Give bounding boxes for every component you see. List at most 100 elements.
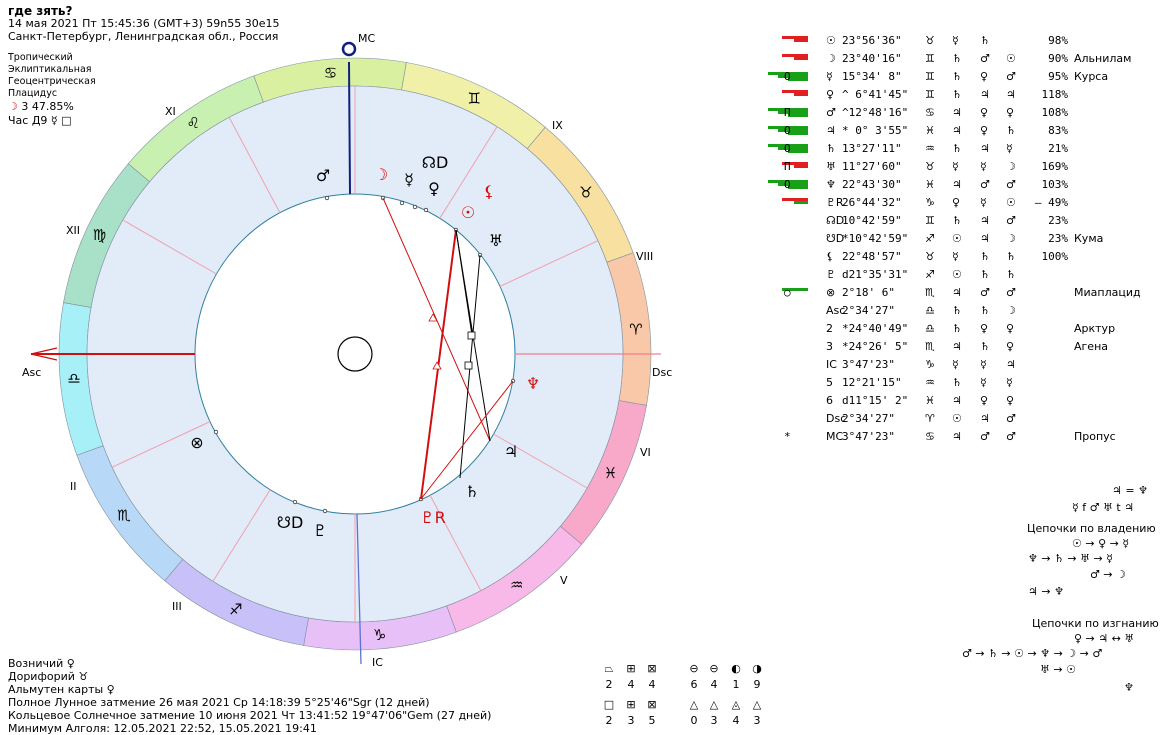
cell-r3: ♂ xyxy=(1006,430,1016,443)
cell-r3: ♂ xyxy=(1006,70,1016,83)
sign-glyph: ♌ xyxy=(187,114,200,132)
planet-proserpina-icon: ♇ xyxy=(313,521,327,540)
cell-r1: ♃ xyxy=(952,394,962,407)
cell-sign: ♊ xyxy=(925,70,935,83)
cell-pos: 26°44'32" xyxy=(842,196,902,209)
cell-sign: ♋ xyxy=(925,106,935,119)
planet-row[interactable]: П ♂ ^12°48'16" ♋ ♃ ♀ ♀ 108% xyxy=(760,104,1160,122)
cell-r3: ☽ xyxy=(1006,160,1016,173)
cell-r1: ♄ xyxy=(952,214,962,227)
planet-row[interactable]: IC 3°47'23" ♑ ☿ ☿ ♃ xyxy=(760,356,1160,374)
cell-glyph: ♅ xyxy=(826,160,836,173)
aspect-type-icon: ⊞ xyxy=(626,698,636,711)
cell-sign: ♊ xyxy=(925,88,935,101)
aspect-count: 3 xyxy=(753,714,761,727)
angle-label-asc: Asc xyxy=(22,366,41,379)
sign-glyph: ♎ xyxy=(67,370,80,388)
planet-row[interactable]: Dsc 2°34'27" ♈ ☉ ♃ ♂ xyxy=(760,410,1160,428)
planet-row[interactable]: ○ ⊗ 2°18' 6" ♏ ♃ ♂ ♂ Миаплацид xyxy=(760,284,1160,302)
angle-label-dsc: Dsc xyxy=(652,366,672,379)
strength-bar xyxy=(794,165,808,168)
cell-sign: ♉ xyxy=(925,250,935,263)
aspect-type-icon: □ xyxy=(603,698,615,711)
aspect-count: 1 xyxy=(732,678,740,691)
chain-top1: ♃ = ♆ xyxy=(1112,484,1148,497)
cell-pos: 13°27'11" xyxy=(842,142,902,155)
cell-glyph: ♂ xyxy=(826,106,836,119)
aspect-type-icon: △ xyxy=(752,698,762,711)
cell-sign: ♊ xyxy=(925,214,935,227)
cell-r2: ☿ xyxy=(980,196,987,209)
cell-r1: ♄ xyxy=(952,304,962,317)
house-label: II xyxy=(70,480,77,493)
strength-bars xyxy=(758,144,808,154)
planet-row[interactable]: ☽ 23°40'16" ♊ ♄ ♂ ☉ 90% Альнилам xyxy=(760,50,1160,68)
cell-r1: ☿ xyxy=(952,358,959,371)
planet-row[interactable]: Asc 2°34'27" ♎ ♄ ♄ ☽ xyxy=(760,302,1160,320)
planet-row[interactable]: ☉ 23°56'36" ♉ ☿ ♄ 98% xyxy=(760,32,1160,50)
planet-row[interactable]: ⚸ 22°48'57" ♉ ☿ ♄ ♄ 100% xyxy=(760,248,1160,266)
planet-row[interactable]: ☋D *10°42'59" ♐ ☉ ♃ ☽ 23% Кума xyxy=(760,230,1160,248)
aspect-type-icon: ◐ xyxy=(731,662,741,675)
planet-row[interactable]: ☊D 10°42'59" ♊ ♄ ♃ ♂ 23% xyxy=(760,212,1160,230)
strength-bars xyxy=(758,36,808,46)
square-aspect-icon xyxy=(467,331,476,340)
cell-pos: 11°27'60" xyxy=(842,160,902,173)
aspect-count: 2 xyxy=(605,714,613,727)
aspect-count: 4 xyxy=(627,678,635,691)
cell-r2: ♃ xyxy=(980,412,990,425)
planet-row[interactable]: 5 12°21'15" ♒ ♄ ☿ ☿ xyxy=(760,374,1160,392)
cell-pos: 2°34'27" xyxy=(842,412,895,425)
planet-row[interactable]: * MC 3°47'23" ♋ ♃ ♂ ♂ Пропус xyxy=(760,428,1160,446)
cell-r3: ☉ xyxy=(1006,196,1016,209)
ownership-title: Цепочки по владению xyxy=(1027,522,1156,535)
planet-node-south-icon: ☋D xyxy=(277,513,304,532)
strength-bar xyxy=(788,150,808,153)
strength-bars xyxy=(758,270,808,280)
cell-r2: ♄ xyxy=(980,250,990,263)
aspect-type-icon: ⊖ xyxy=(689,662,699,675)
planet-fortune-icon: ⊗ xyxy=(190,433,203,452)
cell-star: Курса xyxy=(1074,70,1109,83)
planet-row[interactable]: О ♆ 22°43'30" ♓ ♃ ♂ ♂ 103% xyxy=(760,176,1160,194)
planet-row[interactable]: 2 *24°40'49" ♎ ♄ ♀ ♀ Арктур xyxy=(760,320,1160,338)
sign-glyph: ♍ xyxy=(93,226,106,244)
house-label: VIII xyxy=(636,250,653,263)
cell-r1: ☉ xyxy=(952,412,962,425)
cell-r3: ♂ xyxy=(1006,412,1016,425)
cell-r2: ♂ xyxy=(980,178,990,191)
planet-row[interactable]: О ☿ 15°34' 8" ♊ ♄ ♀ ♂ 95% Курса xyxy=(760,68,1160,86)
cell-glyph: 5 xyxy=(826,376,833,389)
aspect-count: 2 xyxy=(605,678,613,691)
strength-bar xyxy=(794,57,808,60)
cell-r2: ♀ xyxy=(980,124,989,137)
cell-sign: ♓ xyxy=(925,394,935,407)
cell-pct: 98% xyxy=(1048,34,1068,47)
cell-r1: ♃ xyxy=(952,430,962,443)
lunar-eclipse: Полное Лунное затмение 26 мая 2021 Ср 14… xyxy=(8,696,430,709)
cell-sign: ♈ xyxy=(925,412,935,425)
cell-sign: ♊ xyxy=(925,52,935,65)
planet-dot xyxy=(324,195,330,201)
planet-row[interactable]: О ♃ * 0° 3'55" ♓ ♃ ♀ ♄ 83% xyxy=(760,122,1160,140)
strength-bars xyxy=(758,306,808,316)
sign-glyph: ♊ xyxy=(467,89,480,107)
cell-r2: ♂ xyxy=(980,52,990,65)
planet-row[interactable]: О ♄ 13°27'11" ♒ ♄ ♃ ☿ 21% xyxy=(760,140,1160,158)
strength-bars xyxy=(758,126,808,136)
planet-row[interactable]: 6 d11°15' 2" ♓ ♃ ♀ ♀ xyxy=(760,392,1160,410)
planet-neptune-icon: ♆ xyxy=(526,374,540,393)
cell-sign: ♑ xyxy=(925,358,935,371)
cell-r1: ♄ xyxy=(952,142,962,155)
planet-row[interactable]: ♀ ^ 6°41'45" ♊ ♄ ♃ ♃ 118% xyxy=(760,86,1160,104)
strength-bars xyxy=(758,324,808,334)
cell-r2: ♂ xyxy=(980,286,990,299)
cell-status: П xyxy=(784,106,791,119)
planet-row[interactable]: ♇R 26°44'32" ♑ ♀ ☿ ☉ – 49% xyxy=(760,194,1160,212)
planet-row[interactable]: ♇ d21°35'31" ♐ ☉ ♄ ♄ xyxy=(760,266,1160,284)
wheel-group: ♋ ♊ ♉ ♈ ♓ ♒ ♑ ♐ ♏ ♎ ♍ ♌ Asc Dsc MC IC XI IX XII VIII II VI III… xyxy=(22,32,672,669)
cell-sign: ♐ xyxy=(925,232,935,245)
aspect-count: 6 xyxy=(690,678,698,691)
planet-row[interactable]: П ♅ 11°27'60" ♉ ☿ ☿ ☽ 169% xyxy=(760,158,1160,176)
planet-row[interactable]: 3 *24°26' 5" ♏ ♃ ♄ ♀ Агена xyxy=(760,338,1160,356)
